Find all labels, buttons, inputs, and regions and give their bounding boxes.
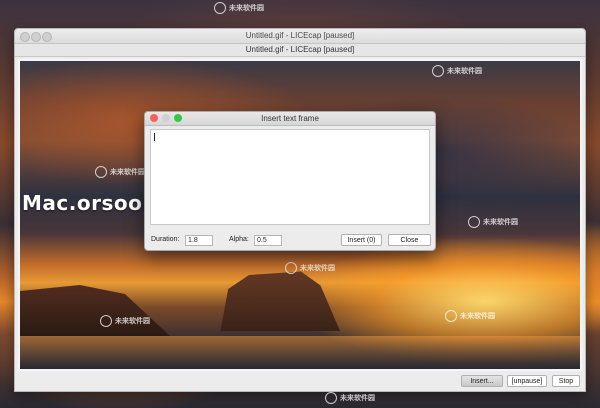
watermark-logo-icon (100, 315, 112, 327)
watermark-logo-icon (432, 65, 444, 77)
watermark-brand: 未来软件园 (214, 2, 264, 14)
watermark-brand: 未来软件园 (285, 262, 335, 274)
dialog-title: Insert text frame (261, 114, 319, 123)
watermark-logo-icon (445, 310, 457, 322)
watermark-brand: 未来软件园 (445, 310, 495, 322)
alpha-label: Alpha: (229, 236, 249, 243)
watermark-logo-icon (214, 2, 226, 14)
bottom-toolbar: Insert... [unpause] Stop (15, 371, 585, 391)
capture-title: Untitled.gif - LICEcap [paused] (245, 45, 355, 54)
insert-frame-button[interactable]: Insert (0) (341, 234, 382, 246)
window-titlebar[interactable]: Untitled.gif - LICEcap [paused] (15, 29, 585, 44)
close-window-button[interactable] (20, 32, 30, 42)
minimize-window-button[interactable] (31, 32, 41, 42)
insert-button[interactable]: Insert... (461, 375, 503, 387)
watermark-logo-icon (468, 216, 480, 228)
window-title: Untitled.gif - LICEcap [paused] (245, 31, 355, 40)
watermark-brand: 未来软件园 (100, 315, 150, 327)
capture-title-bar: Untitled.gif - LICEcap [paused] (15, 44, 585, 57)
dialog-titlebar[interactable]: Insert text frame (145, 112, 435, 126)
insert-text-frame-dialog: Insert text frame Duration: 1.8 Alpha: 0… (144, 111, 436, 251)
zoom-window-button[interactable] (42, 32, 52, 42)
lake-reflection-image (20, 336, 580, 369)
watermark-brand: 未来软件园 (95, 166, 145, 178)
duration-input[interactable]: 1.8 (185, 235, 213, 246)
dialog-close-icon[interactable] (150, 114, 158, 122)
duration-label: Duration: (151, 236, 180, 243)
close-dialog-button[interactable]: Close (388, 234, 431, 246)
watermark-brand: 未来软件园 (468, 216, 518, 228)
text-caret (154, 133, 155, 141)
stop-button[interactable]: Stop (552, 375, 580, 387)
frame-text-input[interactable] (150, 129, 430, 225)
watermark-logo-icon (325, 392, 337, 404)
dialog-zoom-icon[interactable] (174, 114, 182, 122)
unpause-button[interactable]: [unpause] (507, 375, 547, 387)
dialog-minimize-icon (162, 114, 170, 122)
watermark-brand: 未来软件园 (325, 392, 375, 404)
watermark-logo-icon (285, 262, 297, 274)
watermark-logo-icon (95, 166, 107, 178)
alpha-input[interactable]: 0.5 (254, 235, 282, 246)
watermark-brand: 未来软件园 (432, 65, 482, 77)
left-mesa-image (20, 285, 170, 336)
